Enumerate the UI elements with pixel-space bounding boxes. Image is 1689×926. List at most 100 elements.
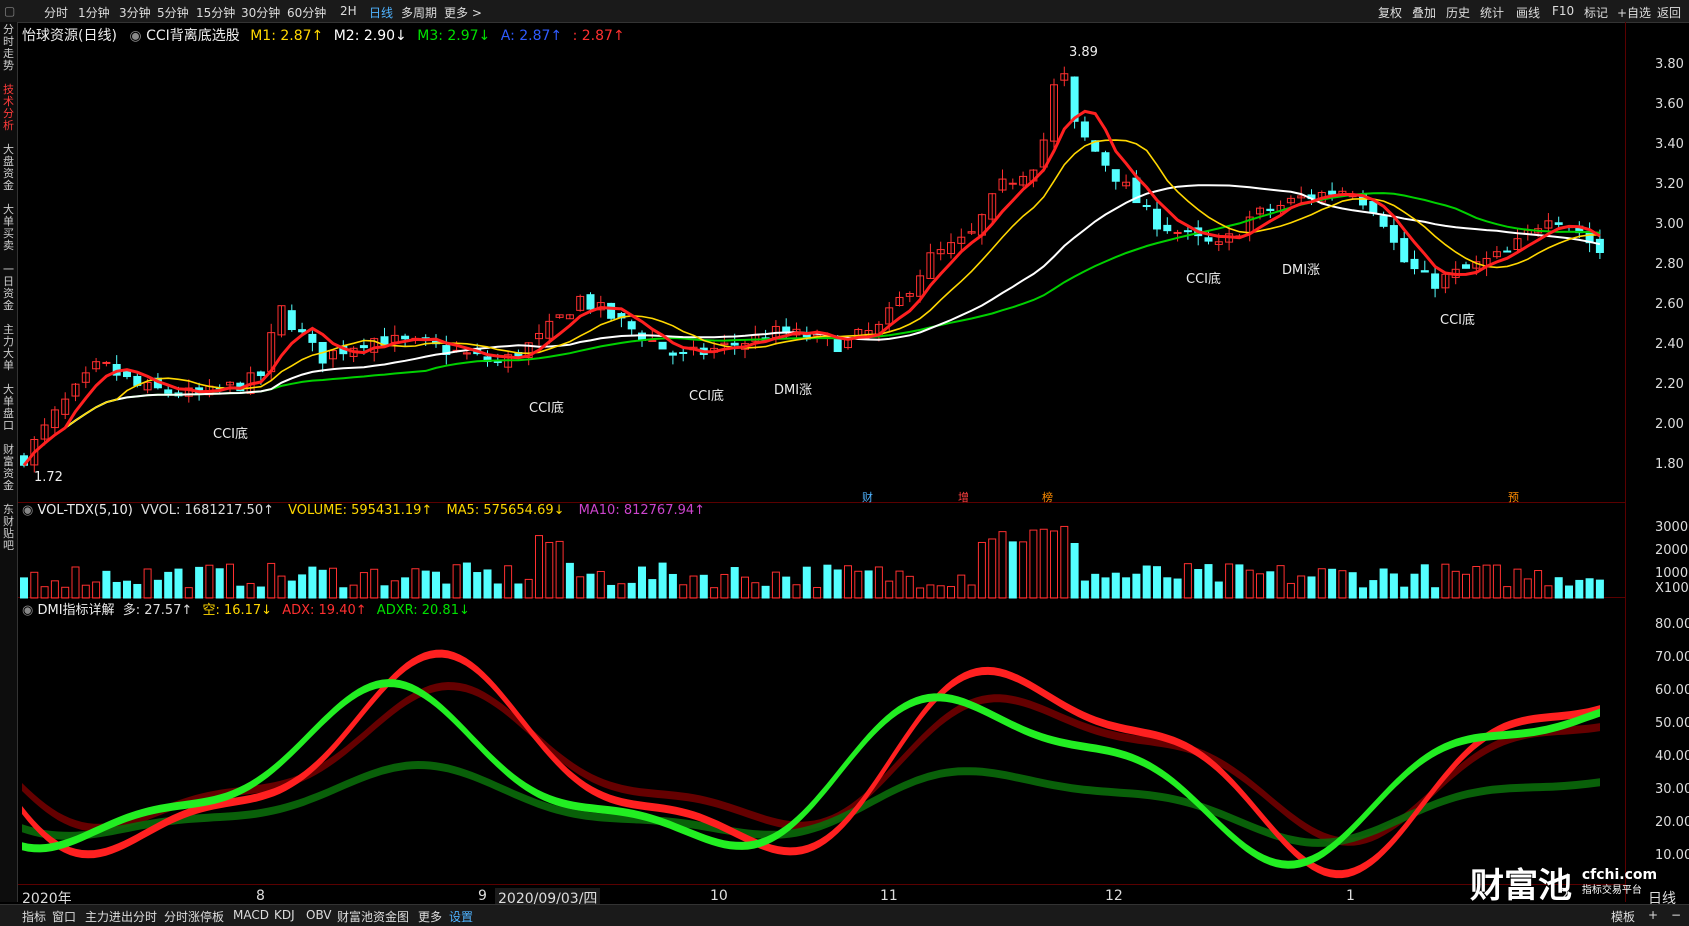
bottom-tab-8[interactable]: 更多 <box>418 908 442 925</box>
volume-bar <box>977 541 986 599</box>
volume-bar <box>1111 572 1120 599</box>
bottom-tab-4[interactable]: MACD <box>233 908 269 922</box>
volume-bar <box>823 564 832 599</box>
event-marker[interactable]: 预 <box>1508 489 1519 505</box>
event-marker[interactable]: 增 <box>958 489 969 505</box>
volume-bar <box>545 541 554 599</box>
volume-bar <box>1153 566 1161 599</box>
dmi-tick: 50.00 <box>1655 716 1689 731</box>
candle-body <box>1008 182 1017 185</box>
volume-indicator-name[interactable]: VOL-TDX(5,10) <box>37 503 132 518</box>
dmi-indicator-name[interactable]: DMI指标详解 <box>37 603 114 618</box>
x-axis-label: 10 <box>710 888 728 904</box>
volume-bar <box>1482 564 1491 599</box>
volume-bar <box>1441 563 1450 599</box>
dmi-tick: 70.00 <box>1655 650 1689 665</box>
volume-bar <box>1328 568 1337 599</box>
price-tick: 3.80 <box>1655 57 1684 72</box>
candle-body <box>1101 152 1110 166</box>
volume-bar <box>1080 580 1089 599</box>
volume-gear-icon[interactable]: ◉ <box>22 503 33 518</box>
volume-bar <box>710 587 719 599</box>
volume-tick: 10000 <box>1655 566 1689 581</box>
volume-bar <box>226 563 234 599</box>
bottom-tab-9[interactable]: 设置 <box>449 908 473 925</box>
volume-bar <box>1513 568 1522 599</box>
bottom-tab-5[interactable]: KDJ <box>274 908 295 922</box>
candle-body <box>1163 224 1172 232</box>
candle-body <box>1153 208 1161 230</box>
volume-bar <box>1266 571 1275 599</box>
volume-param: MA10: 812767.94↑ <box>578 503 706 518</box>
volume-bar <box>699 574 708 599</box>
volume-bar <box>524 578 533 599</box>
volume-bar <box>462 562 471 599</box>
volume-bar <box>318 569 327 599</box>
volume-bar <box>1276 565 1285 599</box>
adx-area <box>22 682 1600 846</box>
volume-bar <box>967 584 976 599</box>
volume-bar <box>1070 542 1079 599</box>
indicator-name[interactable]: CCI背离底选股 <box>146 28 240 44</box>
price-tick: 3.20 <box>1655 177 1684 192</box>
x-axis-label: 11 <box>880 888 898 904</box>
volume-bar <box>668 573 677 599</box>
ma-line-m2 <box>23 184 1601 466</box>
candle-body <box>359 345 368 349</box>
signal-label: DMI涨 <box>1282 263 1321 278</box>
volume-bar <box>782 576 791 599</box>
volume-bar <box>741 576 749 599</box>
zoom-in-button[interactable]: + <box>1648 908 1658 922</box>
dmi-param: ADX: 19.40↑ <box>282 603 367 618</box>
candle-body <box>1266 208 1275 212</box>
volume-bar <box>998 531 1007 599</box>
indicator-gear-icon[interactable]: ◉ <box>129 28 141 44</box>
watermark-brand: 财富池 <box>1470 866 1572 906</box>
candle-body <box>1173 231 1182 234</box>
volume-bar <box>638 566 646 599</box>
volume-bar <box>30 571 39 599</box>
dmi-panel-header: ◉ DMI指标详解 多: 27.57↑ 空: 16.17↓ ADX: 19.40… <box>22 599 470 618</box>
volume-param: VVOL: 1681217.50↑ <box>140 503 274 518</box>
volume-bar <box>432 571 440 599</box>
dmi-gear-icon[interactable]: ◉ <box>22 603 33 618</box>
volume-bar <box>442 583 451 599</box>
volume-bar <box>1008 541 1017 599</box>
volume-bar <box>1307 576 1316 599</box>
volume-bar <box>1400 586 1409 599</box>
volume-bar <box>658 562 667 599</box>
bottom-toolbar: 指标 窗口 主力进出分时 分时涨停板 MACD KDJ OBV 财富池资金图 更… <box>0 904 1689 926</box>
bottom-tab-7[interactable]: 财富池资金图 <box>337 908 409 925</box>
volume-bar <box>905 575 914 599</box>
volume-bar <box>1317 568 1326 599</box>
volume-bar <box>1575 579 1584 599</box>
volume-bar <box>40 586 49 599</box>
volume-bar <box>730 567 739 599</box>
signal-label: DMI涨 <box>774 383 813 398</box>
volume-bar <box>1286 582 1295 599</box>
event-marker[interactable]: 榜 <box>1042 489 1053 505</box>
price-tick: 3.40 <box>1655 137 1684 152</box>
dmi-param: 多: 27.57↑ <box>122 603 193 618</box>
template-button[interactable]: 模板 <box>1611 908 1635 925</box>
volume-bar <box>926 584 935 599</box>
volume-bar <box>1431 587 1440 599</box>
ma-line-m3 <box>23 192 1600 466</box>
event-marker[interactable]: 财 <box>862 489 873 505</box>
chart-canvas[interactable] <box>0 0 1689 925</box>
bottom-tab-6[interactable]: OBV <box>306 908 332 922</box>
candle-body <box>308 333 317 343</box>
bottom-tab-3[interactable]: 分时涨停板 <box>164 908 224 925</box>
zoom-out-button[interactable]: − <box>1671 908 1681 922</box>
signal-label: CCI底 <box>529 401 564 416</box>
stock-title: 怡球资源(日线) <box>22 28 117 44</box>
dmi-tick: 30.00 <box>1655 782 1689 797</box>
dmi-tick: 10.00 <box>1655 848 1689 863</box>
signal-label: CCI底 <box>213 427 248 442</box>
signal-line <box>22 109 1601 467</box>
bottom-tab-1[interactable]: 窗口 <box>52 908 76 925</box>
bottom-tab-0[interactable]: 指标 <box>22 908 46 925</box>
volume-bar <box>895 570 904 599</box>
bottom-tab-2[interactable]: 主力进出分时 <box>85 908 157 925</box>
volume-bar <box>329 567 337 599</box>
